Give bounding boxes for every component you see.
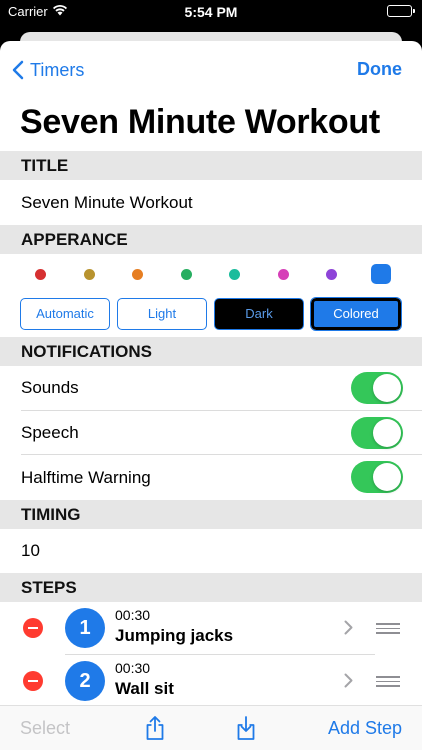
halftime-warning-label: Halftime Warning — [21, 468, 151, 487]
bottom-toolbar: Select Add Step — [0, 705, 422, 750]
color-swatch-blue-selected[interactable] — [371, 264, 391, 284]
theme-automatic-button[interactable]: Automatic — [20, 298, 110, 330]
import-icon[interactable] — [236, 715, 256, 746]
theme-colored-button[interactable]: Colored — [310, 297, 402, 331]
title-section-header: TITLE — [0, 151, 422, 180]
step-number-badge: 1 — [65, 608, 105, 648]
title-field[interactable]: Seven Minute Workout — [21, 193, 193, 213]
timing-field[interactable]: 10 — [21, 541, 40, 561]
notifications-section-header: NOTIFICATIONS — [0, 337, 422, 366]
select-button[interactable]: Select — [20, 718, 70, 739]
color-swatch-pink[interactable] — [278, 269, 289, 280]
color-swatch-gold[interactable] — [84, 269, 95, 280]
reorder-handle-icon[interactable] — [376, 676, 400, 687]
steps-section-header: STEPS — [0, 573, 422, 602]
status-time: 5:54 PM — [184, 4, 238, 20]
step-row[interactable]: 2 00:30 Wall sit — [0, 655, 422, 708]
remove-step-icon[interactable] — [23, 671, 43, 691]
sounds-toggle[interactable] — [351, 372, 403, 404]
step-duration: 00:30 — [115, 607, 151, 623]
timing-section-header: TIMING — [0, 500, 422, 529]
share-icon[interactable] — [145, 715, 165, 746]
color-swatch-orange[interactable] — [132, 269, 143, 280]
color-swatch-red[interactable] — [35, 269, 46, 280]
halftime-warning-toggle[interactable] — [351, 461, 403, 493]
color-swatch-teal[interactable] — [229, 269, 240, 280]
remove-step-icon[interactable] — [23, 618, 43, 638]
step-duration: 00:30 — [115, 660, 151, 676]
divider — [21, 410, 422, 411]
divider — [21, 454, 422, 455]
step-row[interactable]: 1 00:30 Jumping jacks — [0, 602, 422, 655]
battery-icon — [387, 5, 415, 17]
theme-dark-button[interactable]: Dark — [214, 298, 304, 330]
done-button[interactable]: Done — [357, 59, 402, 80]
add-step-button[interactable]: Add Step — [328, 718, 402, 739]
speech-toggle[interactable] — [351, 417, 403, 449]
color-swatch-purple[interactable] — [326, 269, 337, 280]
chevron-right-icon[interactable] — [344, 620, 353, 635]
chevron-left-icon — [12, 60, 24, 80]
status-bar: Carrier 5:54 PM — [0, 0, 422, 24]
back-label: Timers — [30, 59, 85, 80]
reorder-handle-icon[interactable] — [376, 623, 400, 634]
color-swatch-green[interactable] — [181, 269, 192, 280]
step-name: Jumping jacks — [115, 626, 234, 645]
edit-timer-sheet: Timers Done Seven Minute Workout TITLE S… — [0, 41, 422, 750]
step-number-badge: 2 — [65, 661, 105, 701]
page-title: Seven Minute Workout — [20, 103, 380, 141]
back-button[interactable]: Timers — [12, 57, 84, 83]
theme-light-button[interactable]: Light — [117, 298, 207, 330]
color-picker — [0, 260, 422, 290]
speech-label: Speech — [21, 423, 79, 442]
step-name: Wall sit — [115, 679, 174, 698]
chevron-right-icon[interactable] — [344, 673, 353, 688]
sounds-label: Sounds — [21, 378, 79, 397]
appearance-section-header: APPERANCE — [0, 225, 422, 254]
